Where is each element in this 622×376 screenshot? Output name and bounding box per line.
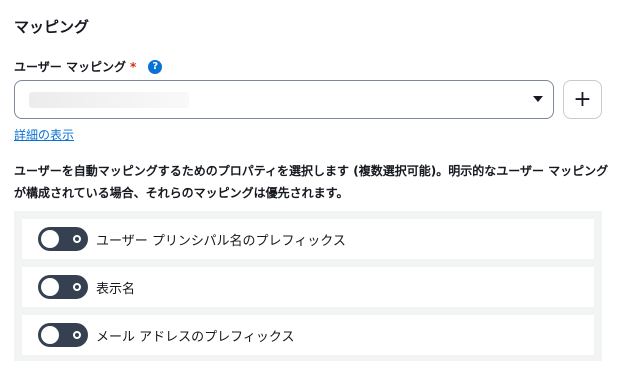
toggle-knob [41, 278, 59, 296]
display-name-toggle[interactable] [38, 275, 88, 299]
add-mapping-button[interactable]: + [563, 80, 602, 119]
select-value-placeholder [29, 92, 189, 108]
toggle-knob [41, 230, 59, 248]
option-label: ユーザー プリンシパル名のプレフィックス [96, 233, 346, 249]
section-title: マッピング [14, 18, 90, 36]
mapping-options-panel: ユーザー プリンシパル名のプレフィックス 表示名 メール アドレスのプレフィック… [14, 211, 602, 361]
info-icon[interactable]: ? [148, 59, 163, 74]
toggle-off-indicator-icon [73, 283, 81, 291]
show-details-link[interactable]: 詳細の表示 [14, 126, 74, 143]
option-label: メール アドレスのプレフィックス [96, 329, 295, 345]
user-mapping-label: ユーザー マッピング * ? [14, 58, 163, 75]
toggle-knob [41, 326, 59, 344]
toggle-off-indicator-icon [73, 235, 81, 243]
caret-down-icon [533, 96, 543, 102]
option-row-upn-prefix: ユーザー プリンシパル名のプレフィックス [22, 219, 594, 259]
user-mapping-label-text: ユーザー マッピング [14, 60, 126, 74]
option-label: 表示名 [96, 281, 136, 297]
toggle-off-indicator-icon [73, 331, 81, 339]
required-mark: * [129, 59, 137, 74]
upn-prefix-toggle[interactable] [38, 227, 88, 251]
option-row-display-name: 表示名 [22, 267, 594, 307]
user-mapping-select[interactable] [14, 80, 554, 119]
email-prefix-toggle[interactable] [38, 323, 88, 347]
mapping-description: ユーザーを自動マッピングするためのプロパティを選択します (複数選択可能)。明示… [14, 164, 609, 200]
option-row-email-prefix: メール アドレスのプレフィックス [22, 315, 594, 355]
